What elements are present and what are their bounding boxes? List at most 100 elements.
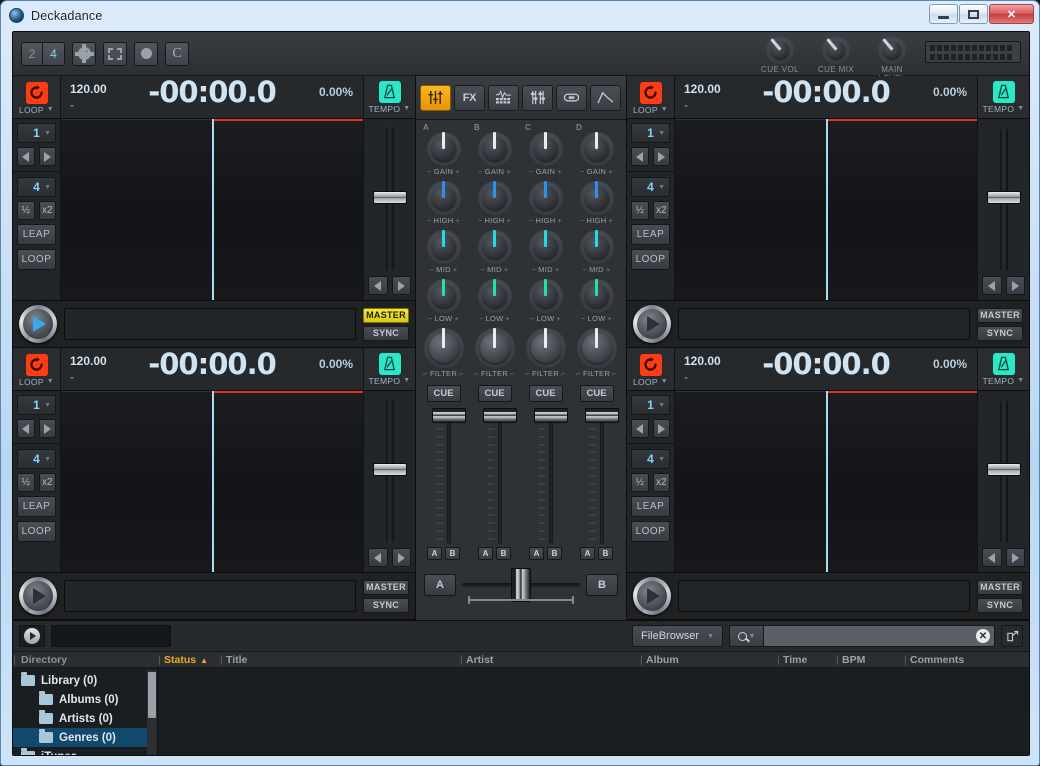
cue-button-d[interactable]: CUE	[580, 385, 614, 402]
deck-b-tempo-label[interactable]: TEMPO▼	[983, 104, 1025, 114]
search-mode-button[interactable]: ▼	[729, 625, 763, 647]
deck-c-nudge-fwd[interactable]	[392, 548, 412, 567]
deck-a-nudge-fwd[interactable]	[392, 276, 412, 295]
deck-d-beat-prev[interactable]	[631, 419, 649, 438]
source-selector[interactable]: FileBrowser ▼	[632, 625, 723, 647]
deck-b-sync-button[interactable]: SYNC	[977, 326, 1023, 341]
volume-thumb-b[interactable]	[483, 408, 517, 423]
deck-a-play-button[interactable]	[19, 305, 57, 343]
gain-knob-a[interactable]	[427, 132, 461, 166]
deck-d-play-button[interactable]	[633, 577, 671, 615]
gain-knob-c[interactable]	[529, 132, 563, 166]
main-level-knob[interactable]	[878, 36, 906, 64]
deck-a-beat-prev[interactable]	[17, 147, 35, 166]
assign-b-ch-d[interactable]: B	[598, 547, 613, 560]
mid-knob-d[interactable]	[580, 230, 614, 264]
deck-c-nudge-back[interactable]	[368, 548, 388, 567]
tree-item-albums[interactable]: Albums (0)	[13, 690, 157, 709]
deck-a-pitch-fader[interactable]	[386, 127, 394, 272]
deck-c-beat-next[interactable]	[39, 419, 57, 438]
deck-c-loop-double[interactable]: x2	[39, 473, 57, 492]
maximize-button[interactable]	[959, 4, 988, 24]
deck-b-waveform[interactable]	[675, 119, 977, 300]
deck-b-loop-label[interactable]: LOOP▼	[633, 105, 668, 115]
tab-faders[interactable]	[522, 85, 553, 111]
volume-fader-b[interactable]	[478, 408, 512, 544]
assign-a-ch-a[interactable]: A	[427, 547, 442, 560]
filter-knob-a[interactable]	[424, 328, 464, 368]
tab-link[interactable]	[556, 85, 587, 111]
loop-icon[interactable]	[26, 354, 48, 376]
settings-button[interactable]	[72, 42, 96, 66]
deck-c-play-button[interactable]	[19, 577, 57, 615]
deck-c-loop-control[interactable]: LOOP▼	[13, 348, 61, 390]
deck-a-beat-select[interactable]: 1▼	[17, 123, 56, 143]
deck-a-tempo-label[interactable]: TEMPO▼	[369, 104, 411, 114]
tree-scrollbar[interactable]	[147, 670, 157, 756]
deck-a-waveform[interactable]	[61, 119, 363, 300]
tree-item-itunes[interactable]: iTunes	[13, 747, 157, 756]
deck-b-track-strip[interactable]	[678, 308, 970, 340]
low-knob-b[interactable]	[478, 279, 512, 313]
deck-a-loop-length-select[interactable]: 4▼	[17, 177, 56, 197]
deck-a-loop-double[interactable]: x2	[39, 201, 57, 220]
loop-icon[interactable]	[640, 82, 662, 104]
deck-d-loop-button[interactable]: LOOP	[631, 521, 670, 542]
deck-a-sync-button[interactable]: SYNC	[363, 326, 409, 341]
deck-c-waveform[interactable]	[61, 391, 363, 572]
assign-b-ch-a[interactable]: B	[445, 547, 460, 560]
cue-mix-knob[interactable]	[822, 36, 850, 64]
deck-d-track-strip[interactable]	[678, 580, 970, 612]
deck-d-nudge-fwd[interactable]	[1006, 548, 1026, 567]
low-knob-c[interactable]	[529, 279, 563, 313]
deck-c-beat-prev[interactable]	[17, 419, 35, 438]
column-album[interactable]: Album	[640, 654, 777, 666]
deck-d-tempo-label[interactable]: TEMPO▼	[983, 376, 1025, 386]
filter-knob-b[interactable]	[475, 328, 515, 368]
column-comments[interactable]: Comments	[904, 654, 1014, 666]
deck-b-leap-button[interactable]: LEAP	[631, 224, 670, 245]
deck-c-loop-button[interactable]: LOOP	[17, 521, 56, 542]
deck-d-beat-next[interactable]	[653, 419, 671, 438]
minimize-button[interactable]	[929, 4, 958, 24]
close-button[interactable]: ✕	[989, 4, 1034, 24]
tree-item-library[interactable]: Library (0)	[13, 671, 157, 690]
deck-a-loop-label[interactable]: LOOP▼	[19, 105, 54, 115]
deck-a-loop-half[interactable]: ½	[17, 201, 35, 220]
deck-a-track-strip[interactable]	[64, 308, 356, 340]
gain-knob-d[interactable]	[580, 132, 614, 166]
mid-knob-b[interactable]	[478, 230, 512, 264]
high-knob-c[interactable]	[529, 181, 563, 215]
tab-envelope[interactable]	[590, 85, 621, 111]
deck-c-tempo-label[interactable]: TEMPO▼	[369, 376, 411, 386]
gain-knob-b[interactable]	[478, 132, 512, 166]
volume-fader-d[interactable]	[580, 408, 614, 544]
deck-c-tempo-control[interactable]: TEMPO▼	[363, 348, 415, 390]
deck-b-pitch-thumb[interactable]	[987, 191, 1021, 204]
deck-b-nudge-fwd[interactable]	[1006, 276, 1026, 295]
column-title[interactable]: Title	[220, 654, 460, 666]
deck-d-nudge-back[interactable]	[982, 548, 1002, 567]
high-knob-b[interactable]	[478, 181, 512, 215]
deck-a-beat-next[interactable]	[39, 147, 57, 166]
volume-fader-c[interactable]	[529, 408, 563, 544]
cue-vol-knob[interactable]	[766, 36, 794, 64]
deck-d-loop-length-select[interactable]: 4▼	[631, 449, 670, 469]
cue-button-b[interactable]: CUE	[478, 385, 512, 402]
cue-button-a[interactable]: CUE	[427, 385, 461, 402]
deck-a-leap-button[interactable]: LEAP	[17, 224, 56, 245]
deck-b-loop-control[interactable]: LOOP▼	[627, 76, 675, 118]
deck-a-tempo-control[interactable]: TEMPO▼	[363, 76, 415, 118]
deck-b-beat-select[interactable]: 1▼	[631, 123, 670, 143]
loop-icon[interactable]	[640, 354, 662, 376]
column-time[interactable]: Time	[777, 654, 836, 666]
tab-sampler[interactable]	[488, 85, 519, 111]
loop-icon[interactable]	[26, 82, 48, 104]
deck-d-tempo-control[interactable]: TEMPO▼	[977, 348, 1029, 390]
deck-count-2-button[interactable]: 2	[21, 42, 43, 66]
deck-count-4-button[interactable]: 4	[43, 42, 65, 66]
assign-b-ch-c[interactable]: B	[547, 547, 562, 560]
tab-mixer[interactable]	[420, 85, 451, 111]
clear-search-icon[interactable]: ✕	[976, 629, 990, 643]
crossfader-b-button[interactable]: B	[586, 574, 618, 596]
